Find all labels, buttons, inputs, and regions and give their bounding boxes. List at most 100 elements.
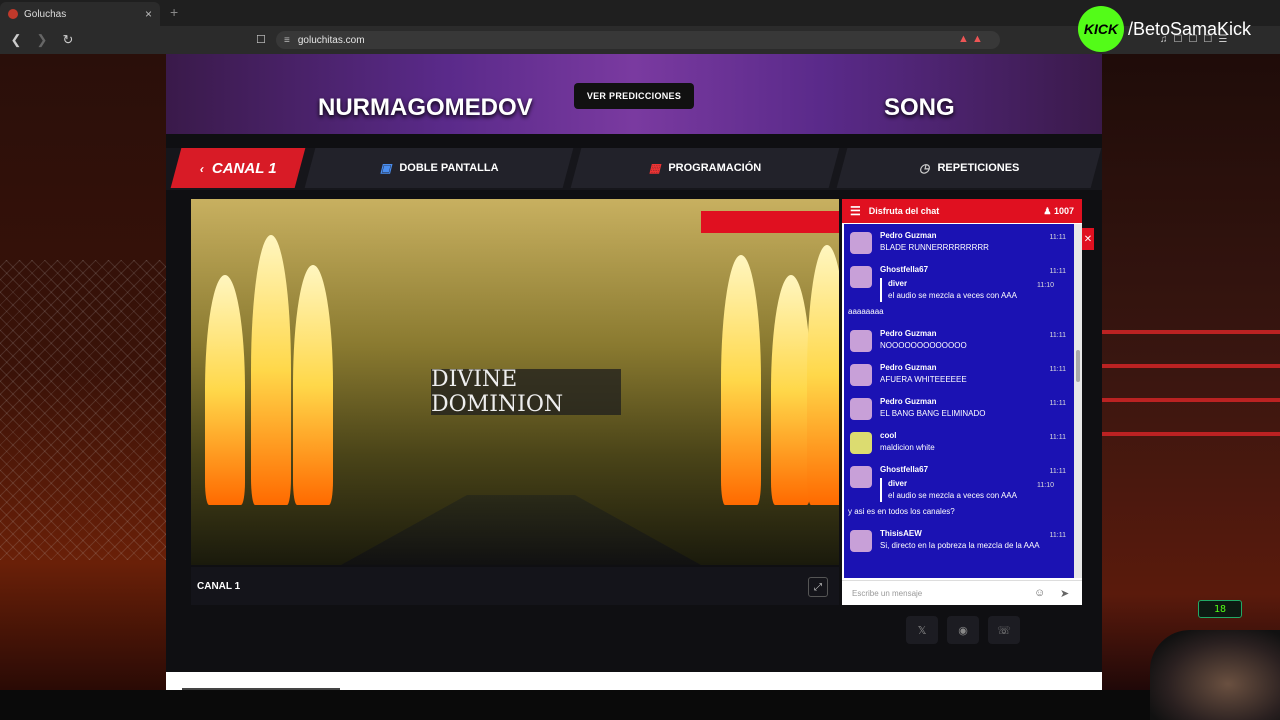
- bottom-black-bar: [0, 690, 1280, 720]
- kick-overlay: KICK /BetoSamaKick: [1078, 6, 1251, 52]
- chat-username[interactable]: cool: [880, 430, 1070, 442]
- chat-username[interactable]: Pedro Guzman: [880, 328, 1070, 340]
- chat-text: aaaaaaaa: [848, 307, 884, 316]
- reply-quote: diver 11:10 el audio se mezcla a veces con…: [880, 278, 1070, 302]
- cage-fence-art: [0, 260, 166, 560]
- pyro-flame: [205, 275, 245, 505]
- chat-timestamp: 11:11: [1049, 234, 1066, 241]
- address-bar[interactable]: ≡ goluchitas.com: [276, 31, 1000, 49]
- chat-message: cool 11:11 maldicion white: [844, 424, 1074, 458]
- site-settings-icon[interactable]: ≡: [284, 35, 290, 46]
- chat-message: Pedro Guzman 11:11 EL BANG BANG ELIMINADO: [844, 390, 1074, 424]
- brave-shield-icon[interactable]: ▲ ▲: [958, 33, 983, 45]
- chat-username[interactable]: Pedro Guzman: [880, 362, 1070, 374]
- menu-icon[interactable]: ☰: [850, 204, 861, 218]
- chat-username[interactable]: ThisisAEW: [880, 528, 1070, 540]
- chat-username[interactable]: Ghostfella67: [880, 264, 1070, 276]
- viewer-count: ♟ 1007: [1043, 205, 1074, 216]
- tab-close-button[interactable]: ×: [145, 7, 152, 21]
- tab-doble-pantalla[interactable]: ▣ DOBLE PANTALLA: [304, 148, 574, 188]
- avatar: [850, 432, 872, 454]
- webcam-overlay: [1150, 630, 1280, 720]
- site-favicon-icon: [8, 9, 18, 19]
- pyro-flame: [293, 265, 333, 505]
- fighter-left-name: NURMAGOMEDOV: [318, 94, 533, 121]
- chat-text: maldicion white: [880, 443, 935, 452]
- chat-timestamp: 11:11: [1049, 468, 1066, 475]
- reply-timestamp: 11:10: [1037, 482, 1054, 489]
- chat-message: Ghostfella67 11:11 diver 11:10 el audio se m…: [844, 258, 1074, 322]
- chat-username[interactable]: Ghostfella67: [880, 464, 1070, 476]
- pyro-flame: [251, 235, 291, 505]
- back-arrow-icon[interactable]: ❮: [6, 32, 26, 48]
- video-footer: CANAL 1: [191, 567, 839, 605]
- chat-timestamp: 11:11: [1049, 532, 1066, 539]
- bookmark-icon[interactable]: ☐: [256, 33, 266, 46]
- pyro-flame: [771, 275, 811, 505]
- x-twitter-icon[interactable]: 𝕏: [906, 616, 938, 644]
- fighter-right-name: SONG: [884, 94, 955, 121]
- chat-text: y asi es en todos los canales?: [848, 507, 955, 516]
- avatar: [850, 232, 872, 254]
- ring-ropes-art: [1102, 300, 1280, 440]
- kick-logo: KICK: [1078, 6, 1124, 52]
- reply-quote: diver 11:10 el audio se mezcla a veces con…: [880, 478, 1070, 502]
- avatar: [850, 330, 872, 352]
- tab-repeticiones[interactable]: ◷ REPETICIONES: [836, 148, 1102, 188]
- avatar: [850, 466, 872, 488]
- kick-handle: /BetoSamaKick: [1128, 18, 1252, 39]
- emoji-icon[interactable]: ☺: [1034, 587, 1045, 599]
- monitor-icon: ▣: [379, 161, 392, 175]
- entrance-ramp: [341, 495, 701, 565]
- scroll-thumb[interactable]: [1076, 350, 1080, 382]
- chat-input-placeholder: Escribe un mensaje: [852, 588, 923, 598]
- stage-sign: DIVINE DOMINION: [431, 367, 621, 417]
- tab-label: REPETICIONES: [937, 162, 1020, 174]
- chat-timestamp: 11:11: [1049, 268, 1066, 275]
- reload-icon[interactable]: ↻: [58, 32, 78, 48]
- tab-programacion[interactable]: ▦ PROGRAMACIÓN: [570, 148, 840, 188]
- chat-text: EL BANG BANG ELIMINADO: [880, 409, 986, 418]
- chat-message: Pedro Guzman 11:11 AFUERA WHITEEEEEE: [844, 356, 1074, 390]
- browser-tab[interactable]: Goluchas ×: [0, 2, 160, 26]
- predictions-button[interactable]: VER PREDICCIONES: [574, 83, 694, 109]
- new-tab-button[interactable]: +: [170, 4, 178, 20]
- pyro-flame: [807, 245, 839, 505]
- whatsapp-icon[interactable]: ☏: [988, 616, 1020, 644]
- chat-message: ThisisAEW 11:11 Si, directo en la pobreza …: [844, 522, 1074, 556]
- clock-icon: ◷: [918, 161, 930, 175]
- chevron-left-icon: ‹: [199, 161, 204, 175]
- chat-username[interactable]: Pedro Guzman: [880, 230, 1070, 242]
- chat-timestamp: 11:11: [1049, 400, 1066, 407]
- send-icon[interactable]: ➤: [1060, 587, 1069, 600]
- channel-label: CANAL 1: [197, 580, 241, 592]
- avatar: [850, 530, 872, 552]
- tab-canal-1[interactable]: ‹ CANAL 1: [170, 148, 306, 188]
- tab-label: CANAL 1: [211, 159, 277, 177]
- chat-username[interactable]: Pedro Guzman: [880, 396, 1070, 408]
- chat-text: BLADE RUNNERRRRRRRRR: [880, 243, 989, 252]
- chat-text: Si, directo en la pobreza la mezcla de l…: [880, 541, 1040, 550]
- chat-title: Disfruta del chat: [868, 206, 940, 216]
- fullscreen-icon[interactable]: ⤢: [808, 577, 828, 597]
- close-icon[interactable]: ✕: [1082, 228, 1094, 250]
- chat-text: AFUERA WHITEEEEEE: [880, 375, 967, 384]
- discord-icon[interactable]: ◉: [947, 616, 979, 644]
- forward-arrow-icon[interactable]: ❯: [32, 32, 52, 48]
- chat-messages: Pedro Guzman 11:11 BLADE RUNNERRRRRRRRR Gho…: [844, 224, 1074, 578]
- tab-title: Goluchas: [24, 8, 67, 20]
- calendar-icon: ▦: [648, 161, 661, 175]
- url-text: goluchitas.com: [297, 34, 365, 46]
- video-player[interactable]: DIVINE DOMINION: [191, 199, 839, 565]
- viewer-badge: 18: [1198, 600, 1242, 618]
- chat-timestamp: 11:11: [1049, 434, 1066, 441]
- chat-input[interactable]: Escribe un mensaje ☺ ➤: [842, 580, 1082, 605]
- chat-message: Pedro Guzman 11:11 BLADE RUNNERRRRRRRRR: [844, 224, 1074, 258]
- chat-message: Pedro Guzman 11:11 NOOOOOOOOOOOOO: [844, 322, 1074, 356]
- chat-message: Ghostfella67 11:11 diver 11:10 el audio se m…: [844, 458, 1074, 522]
- chat-header: ☰ Disfruta del chat ♟ 1007: [842, 199, 1082, 223]
- chat-scrollbar[interactable]: [1074, 224, 1082, 578]
- viewer-count-value: 1007: [1053, 205, 1074, 216]
- chat-timestamp: 11:11: [1049, 332, 1066, 339]
- viewer-badge-value: 18: [1213, 603, 1227, 615]
